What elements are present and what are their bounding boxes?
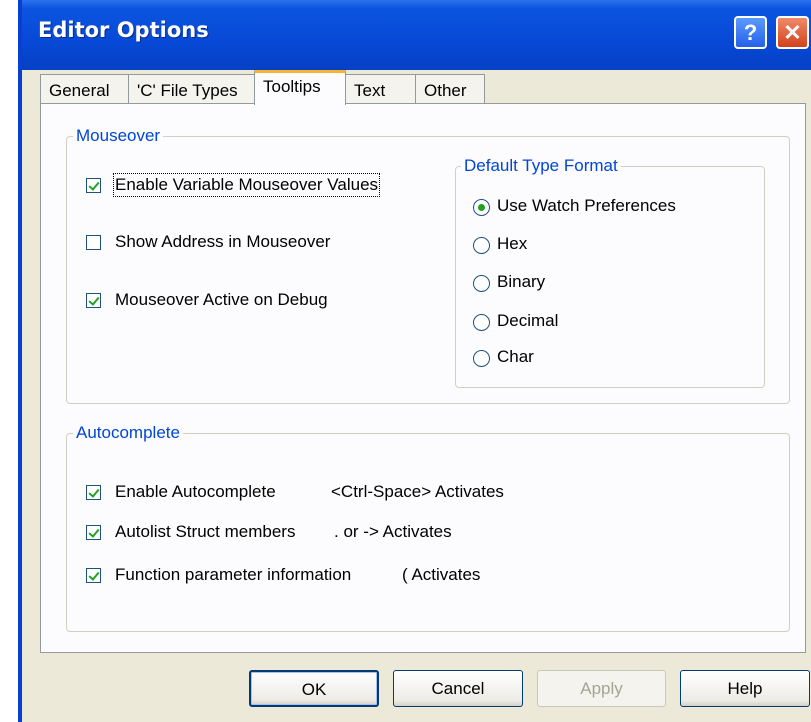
enable-variable-mouseover-label[interactable]: Enable Variable Mouseover Values [112, 173, 381, 197]
tab-c-file-types[interactable]: 'C' File Types [128, 74, 256, 104]
autolist-struct-members-checkbox[interactable] [86, 525, 101, 540]
mouseover-active-debug-checkbox[interactable] [86, 293, 101, 308]
function-parameter-info-hint: ( Activates [402, 565, 481, 584]
char-label[interactable]: Char [497, 347, 534, 367]
tab-text[interactable]: Text [345, 74, 416, 104]
autocomplete-group: Autocomplete Enable Autocomplete <Ctrl-S… [66, 423, 790, 632]
mouseover-group: Mouseover Enable Variable Mouseover Valu… [66, 126, 790, 404]
ok-button[interactable]: OK [249, 670, 379, 707]
editor-options-dialog: Editor Options ? ✕ General 'C' File Type… [18, 0, 811, 722]
decimal-label[interactable]: Decimal [497, 311, 558, 331]
tab-general[interactable]: General [40, 74, 129, 104]
autocomplete-legend: Autocomplete [73, 423, 183, 443]
title-bar[interactable]: Editor Options ? ✕ [22, 0, 811, 70]
hex-radio[interactable] [473, 237, 490, 254]
function-parameter-info-label[interactable]: Function parameter information [115, 565, 351, 585]
show-address-mouseover-label[interactable]: Show Address in Mouseover [115, 232, 330, 252]
type-format-legend: Default Type Format [461, 156, 621, 176]
tab-other[interactable]: Other [415, 74, 485, 104]
binary-radio[interactable] [473, 275, 490, 292]
cancel-button[interactable]: Cancel [393, 670, 523, 707]
show-address-mouseover-checkbox[interactable] [86, 235, 101, 250]
close-icon[interactable]: ✕ [776, 16, 809, 49]
tab-tooltips[interactable]: Tooltips [254, 70, 346, 105]
char-radio[interactable] [473, 350, 490, 367]
use-watch-preferences-label[interactable]: Use Watch Preferences [497, 196, 676, 216]
enable-autocomplete-label[interactable]: Enable Autocomplete [115, 482, 276, 502]
help-icon[interactable]: ? [734, 16, 767, 49]
use-watch-preferences-radio[interactable] [473, 199, 490, 216]
enable-autocomplete-checkbox[interactable] [86, 485, 101, 500]
enable-autocomplete-hint: <Ctrl-Space> Activates [331, 482, 504, 501]
help-button[interactable]: Help [680, 670, 810, 707]
decimal-radio[interactable] [473, 314, 490, 331]
type-format-group: Default Type Format Use Watch Preference… [455, 156, 765, 388]
tooltips-panel: Mouseover Enable Variable Mouseover Valu… [40, 103, 806, 653]
autolist-struct-members-hint: . or -> Activates [334, 522, 452, 541]
apply-button[interactable]: Apply [537, 670, 666, 707]
window-title: Editor Options [38, 18, 209, 42]
mouseover-active-debug-label[interactable]: Mouseover Active on Debug [115, 290, 328, 310]
hex-label[interactable]: Hex [497, 234, 527, 254]
enable-variable-mouseover-checkbox[interactable] [86, 178, 101, 193]
binary-label[interactable]: Binary [497, 272, 545, 292]
function-parameter-info-checkbox[interactable] [86, 568, 101, 583]
mouseover-legend: Mouseover [73, 126, 164, 146]
autolist-struct-members-label[interactable]: Autolist Struct members [115, 522, 295, 542]
